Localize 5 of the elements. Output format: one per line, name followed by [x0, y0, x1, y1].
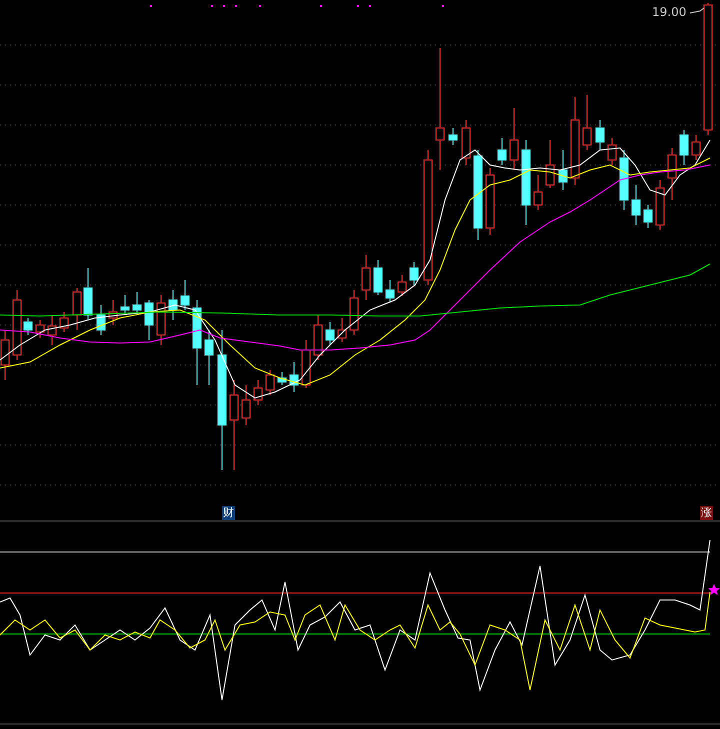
event-marker: 涨	[700, 506, 713, 520]
event-marker: 财	[222, 506, 235, 520]
pointer-line	[690, 8, 704, 14]
star-icon	[708, 584, 720, 595]
price-label: 19.00	[652, 5, 686, 19]
